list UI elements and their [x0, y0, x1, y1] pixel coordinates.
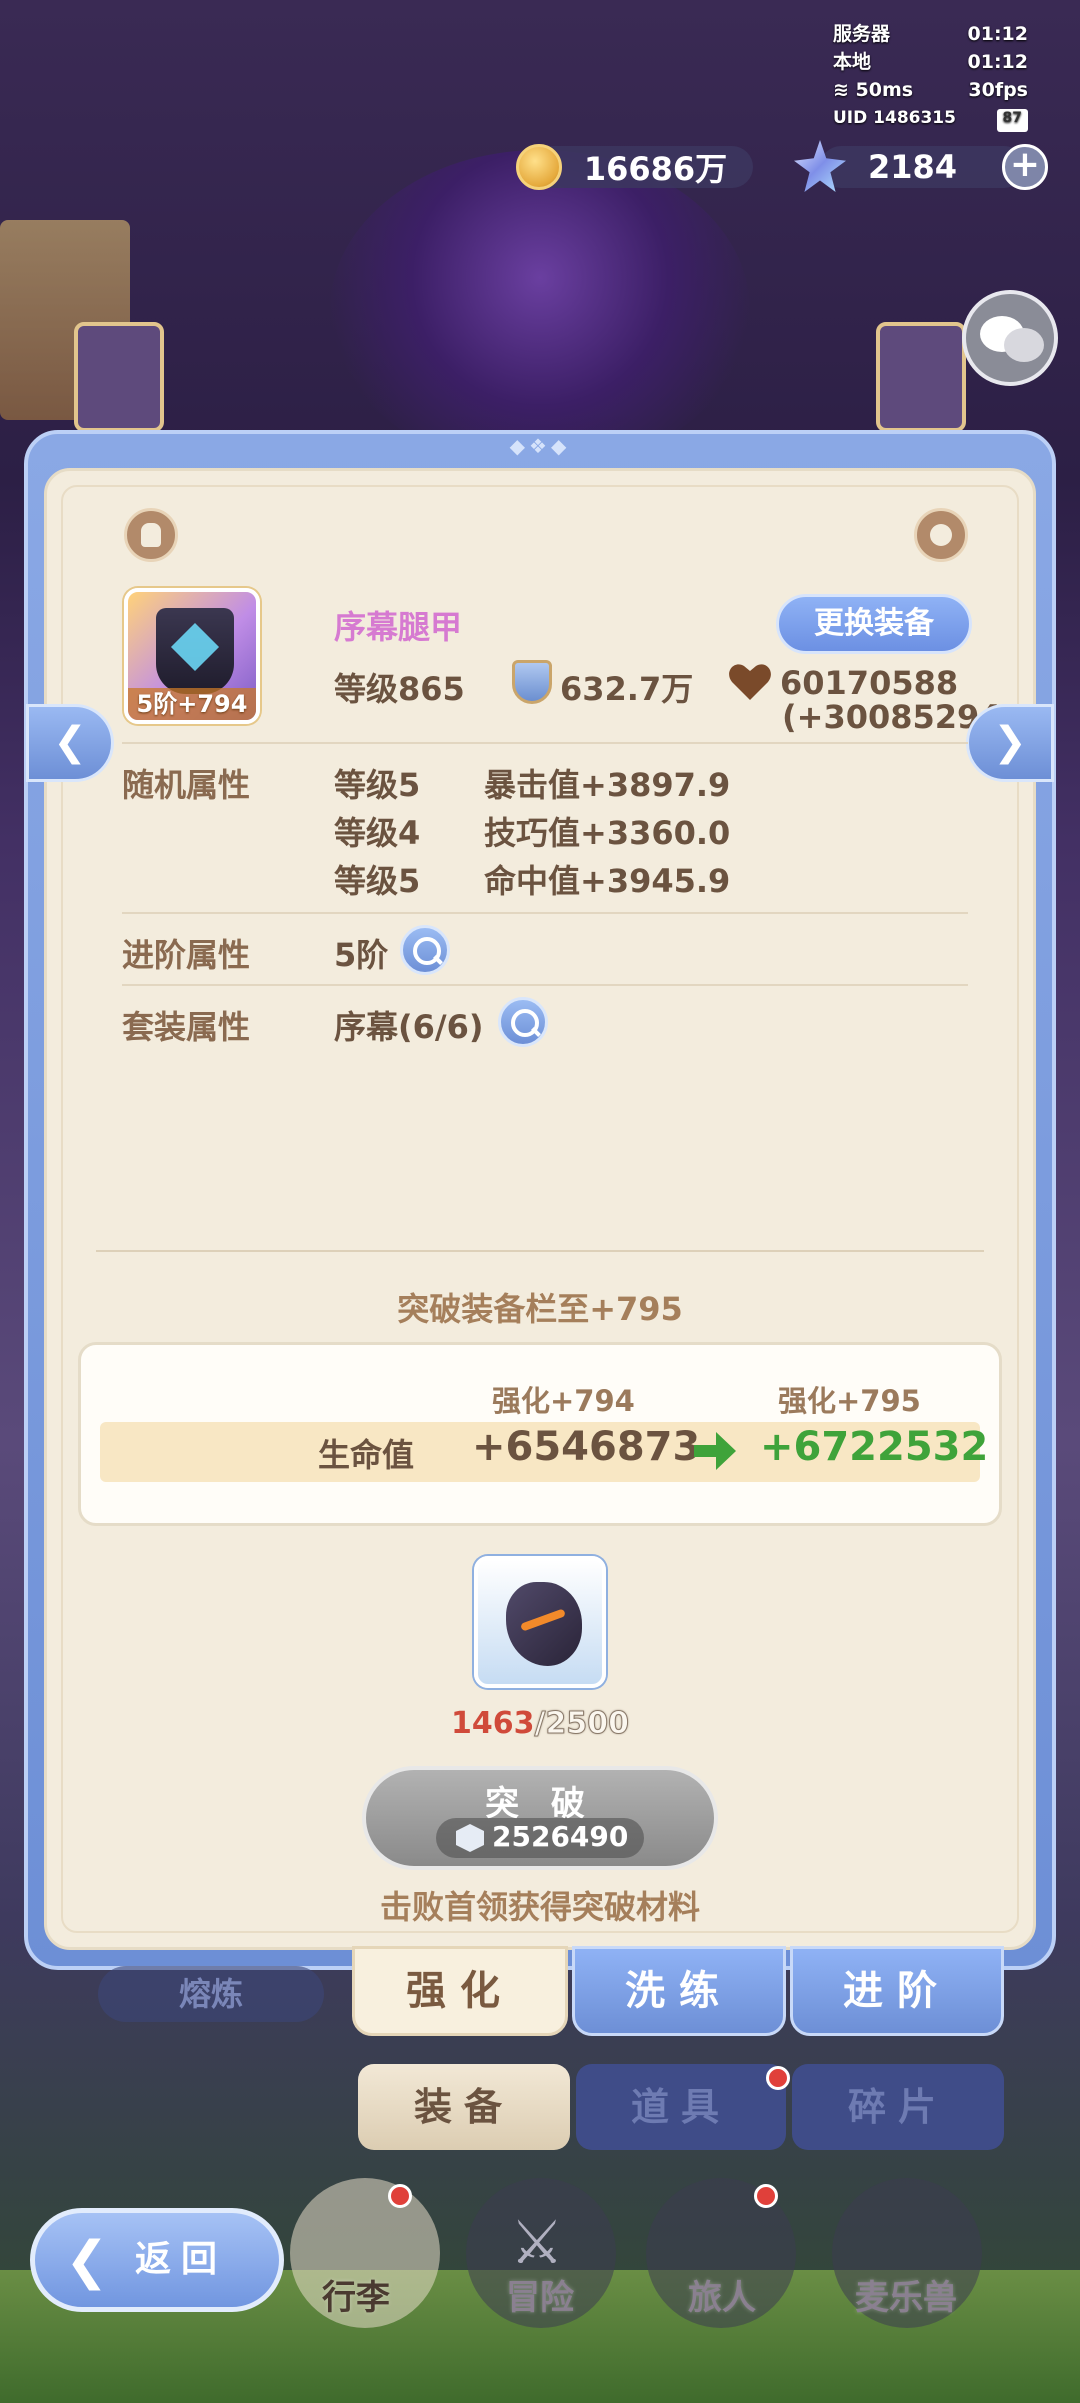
nav-bag-label: 行李 [322, 2278, 390, 2318]
gold-value: 16686万 [583, 150, 728, 188]
divider [96, 1250, 984, 1252]
bag-tab-equipment[interactable]: 装备 [358, 2064, 570, 2150]
equipment-name: 序幕腿甲 [334, 608, 463, 646]
share-button[interactable] [914, 508, 968, 562]
nav-pet-label: 麦乐兽 [855, 2278, 957, 2318]
gem-balance: 2184 [820, 146, 1025, 188]
local-time: 01:12 [967, 51, 1028, 73]
tab-advance[interactable]: 进阶 [790, 1946, 1004, 2036]
shield-icon [512, 660, 552, 704]
next-stat-value: +6722532 [760, 1424, 989, 1470]
add-gems-button[interactable]: + [1002, 144, 1048, 190]
background-weapon-card [876, 322, 966, 432]
random-attr-level: 等级5 [334, 862, 421, 900]
back-arrow-icon: ❮ [65, 2231, 109, 2291]
server-time: 01:12 [967, 23, 1028, 45]
equipment-grade-badge: 5阶+794 [128, 688, 256, 720]
current-level-header: 强化+794 [492, 1384, 635, 1418]
current-stat-value: +6546873 [472, 1424, 701, 1470]
coin-icon [516, 144, 562, 190]
next-equipment-button[interactable]: ❯ [966, 704, 1054, 782]
breakthrough-hint: 击败首领获得突破材料 [379, 1888, 700, 1926]
previous-equipment-button[interactable]: ❮ [26, 704, 114, 782]
random-attrs-label: 随机属性 [122, 766, 251, 804]
arrow-right-icon [694, 1432, 736, 1470]
set-detail-button[interactable] [498, 997, 548, 1047]
local-label: 本地 [833, 51, 872, 73]
fps: 30fps [968, 79, 1028, 101]
back-button-label: 返回 [135, 2239, 228, 2280]
advance-value: 5阶 [334, 936, 389, 974]
notification-dot [388, 2184, 412, 2208]
material-owned: 1463 [451, 1706, 535, 1741]
crossed-swords-icon: ⚔ [510, 2208, 564, 2278]
notification-dot [766, 2066, 790, 2090]
wifi-icon: ≋ [833, 79, 849, 101]
nav-traveler-label: 旅人 [688, 2278, 756, 2318]
chevron-right-icon: ❯ [993, 719, 1027, 765]
status-overlay: 服务器 01:12 本地 01:12 ≋ 50ms 30fps UID 1486315… [833, 20, 1028, 132]
uid: UID 1486315 [833, 108, 956, 128]
bag-tab-fragments[interactable]: 碎片 [792, 2064, 1004, 2150]
divider [122, 912, 968, 914]
divider [122, 742, 968, 744]
random-attr-level: 等级5 [334, 766, 421, 804]
nav-adventure-label: 冒险 [506, 2278, 574, 2318]
gem-value: 2184 [867, 148, 958, 186]
heart-icon [729, 664, 771, 700]
equipment-level: 等级865 [334, 670, 465, 708]
background-dragon [330, 150, 750, 470]
ping: ≋ 50ms [833, 79, 914, 101]
ornament-icon: ◆❖◆ [509, 434, 571, 458]
hp-value: 60170588 [780, 664, 959, 702]
divider [122, 984, 968, 986]
lock-icon [141, 523, 161, 547]
bag-tab-items[interactable]: 道具 [576, 2064, 786, 2150]
chevron-left-icon: ❮ [53, 719, 87, 765]
ore-icon [506, 1582, 582, 1666]
lock-button[interactable] [124, 508, 178, 562]
material-required: /2500 [534, 1706, 629, 1742]
breakthrough-title: 突破装备栏至+795 [397, 1290, 683, 1328]
breakthrough-material-slot[interactable] [474, 1556, 606, 1688]
back-button[interactable]: ❮ 返回 [30, 2208, 284, 2312]
material-count: 1463/2500 [0, 1706, 1080, 1742]
share-icon [930, 524, 952, 546]
random-attr-stat: 暴击值+3897.9 [484, 766, 731, 804]
battery-indicator: 87 [996, 109, 1028, 132]
background-weapon-card [74, 322, 164, 432]
smelt-button[interactable]: 熔炼 [98, 1966, 324, 2022]
breakthrough-cost: 2526490 [492, 1820, 629, 1853]
stat-name: 生命值 [318, 1436, 415, 1474]
random-attr-stat: 命中值+3945.9 [484, 862, 731, 900]
set-value: 序幕(6/6) [334, 1008, 484, 1046]
change-equipment-button[interactable]: 更换装备 [776, 594, 972, 654]
tab-refine[interactable]: 洗练 [572, 1946, 786, 2036]
tab-enhance[interactable]: 强化 [352, 1946, 568, 2036]
random-attr-level: 等级4 [334, 814, 421, 852]
advance-attrs-label: 进阶属性 [122, 936, 251, 974]
leg-armor-icon [156, 608, 234, 694]
server-label: 服务器 [833, 23, 891, 45]
random-attr-stat: 技巧值+3360.0 [484, 814, 731, 852]
equipment-icon: 5阶+794 [124, 588, 260, 724]
notification-dot [754, 2184, 778, 2208]
next-level-header: 强化+795 [778, 1384, 921, 1418]
advance-detail-button[interactable] [400, 925, 450, 975]
set-attrs-label: 套装属性 [122, 1008, 251, 1046]
chat-button[interactable] [962, 290, 1058, 386]
combat-power: 632.7万 [560, 670, 694, 708]
